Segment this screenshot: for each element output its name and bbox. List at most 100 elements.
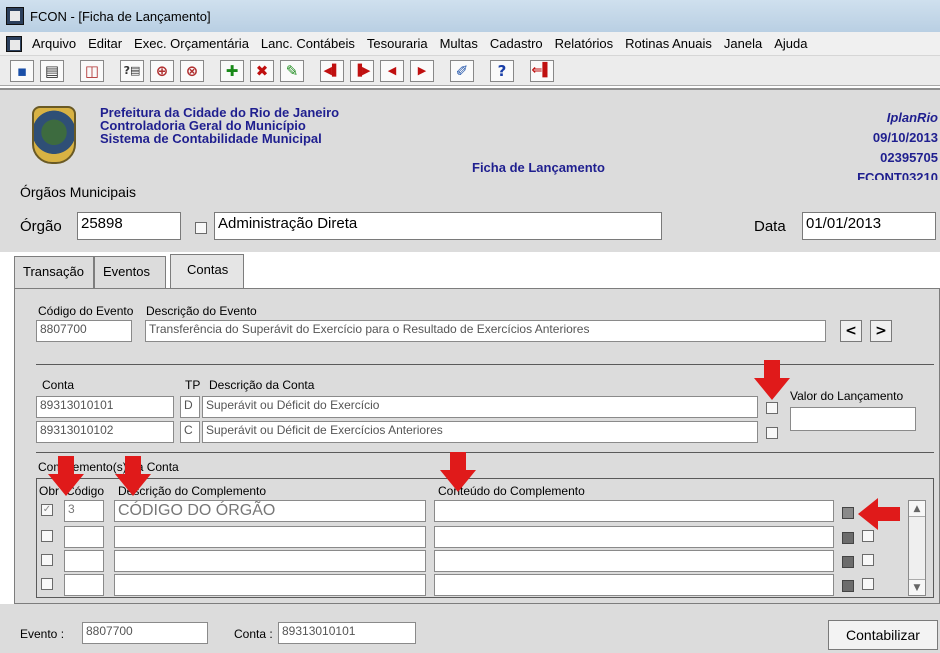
menu-tesouraria[interactable]: Tesouraria (361, 36, 434, 51)
lov-button-4[interactable] (842, 580, 854, 592)
codigo-complemento-field-2[interactable] (64, 526, 104, 548)
orgao-checkbox[interactable] (195, 222, 207, 234)
edit-icon[interactable]: ✐ (450, 59, 474, 82)
header-code: 02395705 (880, 150, 938, 165)
menu-arquivo[interactable]: Arquivo (26, 36, 82, 51)
codigo-complemento-field-1[interactable]: 3 (64, 500, 104, 522)
orgaos-section-label: Órgãos Municipais (14, 180, 236, 204)
menu-ajuda[interactable]: Ajuda (768, 36, 813, 51)
menu-relatorios[interactable]: Relatórios (549, 36, 620, 51)
obr-checkbox-1[interactable]: ✓ (41, 504, 53, 516)
row-checkbox-3[interactable] (862, 554, 874, 566)
footer-evento-field: 8807700 (82, 622, 208, 644)
toolbar: ▪ ▤ ◫ ?▤ ⊕ ⊗ ✚ ✖ ✎ ◀▌ ▐▶ ◀ ▶ ✐ ? ⇐▌ (0, 56, 940, 86)
menu-editar[interactable]: Editar (82, 36, 128, 51)
codigo-complemento-field-3[interactable] (64, 550, 104, 572)
conteudo-complemento-field-2[interactable] (434, 526, 834, 548)
form-header: Prefeitura da Cidade do Rio de Janeiro C… (0, 88, 940, 185)
cancel-query-icon[interactable]: ⊗ (180, 59, 204, 82)
tab-contas[interactable]: Contas (170, 254, 244, 288)
scroll-up-icon[interactable]: ▲ (909, 501, 925, 517)
descricao-conta-field-2[interactable]: Superávit ou Déficit de Exercícios Anter… (202, 421, 758, 443)
query-icon[interactable]: ?▤ (120, 59, 144, 82)
menu-rotinas-anuais[interactable]: Rotinas Anuais (619, 36, 718, 51)
annotation-arrow-icon (115, 456, 151, 496)
codigo-evento-label: Código do Evento (38, 304, 134, 318)
obr-checkbox-4[interactable] (41, 578, 53, 590)
conteudo-complemento-field-1[interactable] (434, 500, 834, 522)
menu-exec-orcamentaria[interactable]: Exec. Orçamentária (128, 36, 255, 51)
next-record-icon[interactable]: ▶ (410, 59, 434, 82)
annotation-arrow-icon (858, 498, 900, 530)
divider (36, 452, 934, 453)
valor-lancamento-label: Valor do Lançamento (790, 389, 904, 403)
annotation-arrow-icon (440, 452, 476, 492)
preview-icon[interactable]: ◫ (80, 59, 104, 82)
descricao-evento-label: Descrição do Evento (146, 304, 257, 318)
document-icon[interactable] (6, 35, 22, 52)
orgao-description-field[interactable]: Administração Direta (214, 212, 662, 240)
exit-icon[interactable]: ⇐▌ (530, 59, 554, 82)
conteudo-complemento-field-4[interactable] (434, 574, 834, 596)
descricao-conta-field-1[interactable]: Superávit ou Déficit do Exercício (202, 396, 758, 418)
org-line-3: Sistema de Contabilidade Municipal (100, 131, 322, 146)
conta-field-2[interactable]: 89313010102 (36, 421, 174, 443)
conta-field-1[interactable]: 89313010101 (36, 396, 174, 418)
tab-eventos[interactable]: Eventos (94, 256, 166, 288)
annotation-arrow-icon (48, 456, 84, 496)
descricao-complemento-field-1[interactable]: CÓDIGO DO ÓRGÃO (114, 500, 426, 522)
window-title: FCON - [Ficha de Lançamento] (30, 8, 211, 24)
row-checkbox-2[interactable] (862, 530, 874, 542)
clear-icon[interactable]: ✎ (280, 59, 304, 82)
codigo-evento-field[interactable]: 8807700 (36, 320, 132, 342)
menu-bar: Arquivo Editar Exec. Orçamentária Lanc. … (0, 32, 940, 56)
tp-field-2[interactable]: C (180, 421, 200, 443)
descricao-evento-field[interactable]: Transferência do Superávit do Exercício … (145, 320, 826, 342)
help-icon[interactable]: ? (490, 59, 514, 82)
lov-button-3[interactable] (842, 556, 854, 568)
complementos-scrollbar[interactable]: ▲ ▼ (908, 500, 926, 596)
descricao-complemento-field-4[interactable] (114, 574, 426, 596)
valor-lancamento-field[interactable] (790, 407, 916, 431)
last-record-icon[interactable]: ▐▶ (350, 59, 374, 82)
insert-record-icon[interactable]: ✚ (220, 59, 244, 82)
conta-label: Conta (42, 378, 75, 392)
menu-cadastro[interactable]: Cadastro (484, 36, 549, 51)
contabilizar-button[interactable]: Contabilizar (828, 620, 938, 650)
organization-title: Prefeitura da Cidade do Rio de Janeiro C… (100, 106, 339, 145)
menu-janela[interactable]: Janela (718, 36, 768, 51)
conta-checkbox-2[interactable] (766, 427, 778, 439)
tab-transacao[interactable]: Transação (14, 256, 94, 288)
scroll-down-icon[interactable]: ▼ (909, 579, 925, 595)
header-date: 09/10/2013 (872, 130, 938, 145)
print-icon[interactable]: ▤ (40, 59, 64, 82)
descricao-complemento-field-3[interactable] (114, 550, 426, 572)
brand-label: IplanRio (886, 110, 938, 125)
app-icon (6, 7, 24, 25)
obr-checkbox-3[interactable] (41, 554, 53, 566)
save-icon[interactable]: ▪ (10, 59, 34, 82)
conta-checkbox-1[interactable] (766, 402, 778, 414)
annotation-arrow-icon (754, 360, 790, 400)
orgao-code-field[interactable]: 25898 (77, 212, 181, 240)
previous-record-icon[interactable]: ◀ (380, 59, 404, 82)
codigo-complemento-field-4[interactable] (64, 574, 104, 596)
lov-button-1[interactable] (842, 507, 854, 519)
next-event-button[interactable]: > (870, 320, 892, 342)
menu-lanc-contabeis[interactable]: Lanc. Contábeis (255, 36, 361, 51)
execute-query-icon[interactable]: ⊕ (150, 59, 174, 82)
previous-event-button[interactable]: < (840, 320, 862, 342)
first-record-icon[interactable]: ◀▌ (320, 59, 344, 82)
tp-field-1[interactable]: D (180, 396, 200, 418)
row-checkbox-4[interactable] (862, 578, 874, 590)
menu-multas[interactable]: Multas (434, 36, 484, 51)
data-field[interactable]: 01/01/2013 (802, 212, 936, 240)
city-crest-logo (32, 106, 76, 164)
obr-checkbox-2[interactable] (41, 530, 53, 542)
conteudo-complemento-field-3[interactable] (434, 550, 834, 572)
descricao-complemento-field-2[interactable] (114, 526, 426, 548)
descricao-conta-label: Descrição da Conta (209, 378, 315, 392)
lov-button-2[interactable] (842, 532, 854, 544)
delete-record-icon[interactable]: ✖ (250, 59, 274, 82)
tp-label: TP (185, 378, 201, 392)
